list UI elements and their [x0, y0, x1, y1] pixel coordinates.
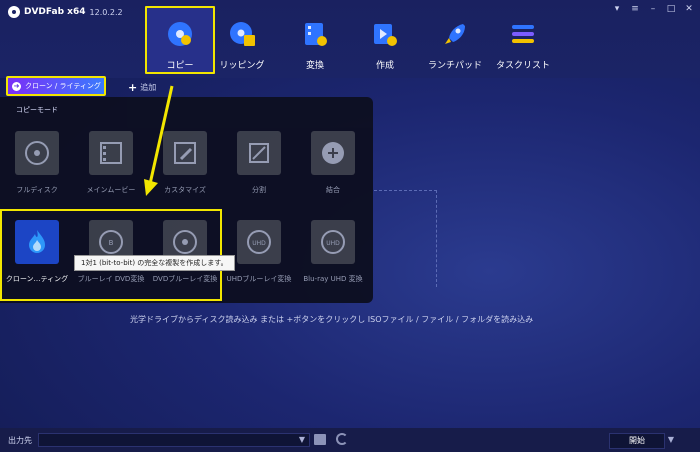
split-icon [237, 131, 281, 175]
start-button[interactable]: 開始 [609, 433, 665, 449]
drop-area[interactable] [374, 190, 437, 287]
minimize-icon[interactable]: – [648, 4, 658, 14]
disc-copy-icon [168, 22, 192, 46]
maximize-icon[interactable]: □ [666, 4, 676, 14]
nav-create-label: 作成 [375, 61, 394, 71]
mode-label: UHDブルーレイ変換 [226, 275, 292, 283]
nav-tasklist[interactable]: タスクリスト [488, 6, 558, 74]
mode-main-movie[interactable]: メインムービー [74, 131, 148, 195]
create-video-icon [374, 24, 397, 46]
task-list-icon [512, 25, 534, 43]
bluray-uhd-icon: UHD [311, 220, 355, 264]
dvdfab-logo-icon [8, 6, 20, 18]
mode-merge[interactable]: 結合 [296, 131, 370, 195]
nav-convert-label: 変換 [305, 61, 324, 71]
merge-icon [311, 131, 355, 175]
source-tab-row: ➜ クローン / ライティング + 追加 [0, 72, 700, 100]
mode-label: 結合 [326, 186, 340, 194]
nav-copy[interactable]: コピー [145, 6, 215, 74]
close-icon[interactable]: ✕ [684, 4, 694, 14]
svg-text:UHD: UHD [252, 240, 266, 247]
mode-bluray-to-uhd[interactable]: UHD Blu-ray UHD 変換 [296, 220, 370, 284]
nav-convert[interactable]: 変換 [280, 6, 350, 74]
uhd-bluray-icon: UHD [237, 220, 281, 264]
disc-rip-icon [230, 22, 255, 46]
load-hint: 光学ドライブからディスク読み込み または +ボタンをクリックし ISOファイル … [130, 315, 534, 324]
chevron-down-icon[interactable]: ▼ [664, 433, 678, 447]
app-name: DVDFab x64 [24, 7, 86, 17]
mode-uhd-to-bluray[interactable]: UHD UHDブルーレイ変換 [222, 220, 296, 284]
nav-ripping-label: リッピング [219, 61, 265, 71]
mode-label: Blu-ray UHD 変換 [303, 275, 363, 283]
nav-launchpad[interactable]: ランチパッド [420, 6, 490, 74]
app-version: 12.0.2.2 [89, 7, 123, 17]
shop-icon[interactable]: ▾ [612, 4, 622, 14]
plus-icon: + [128, 81, 138, 94]
mode-split[interactable]: 分割 [222, 131, 296, 195]
nav-copy-label: コピー [166, 61, 194, 71]
output-label: 出力先 [8, 436, 32, 445]
refresh-icon[interactable] [336, 433, 348, 445]
bottom-bar: 出力先 ▼ 開始 ▼ [0, 428, 700, 452]
main-movie-icon [89, 131, 133, 175]
clone-writing-tab-label: クローン / ライティング [25, 82, 101, 90]
clone-writing-tab[interactable]: ➜ クローン / ライティング [6, 76, 106, 96]
clone-mode-tooltip: 1対1 (bit-to-bit) の完全な複製を作成します。 [74, 255, 235, 271]
arrow-right-icon: ➜ [12, 81, 21, 91]
copy-mode-title: コピーモード [16, 106, 58, 114]
annotation-arrow-icon [144, 85, 174, 196]
full-disc-icon [15, 131, 59, 175]
nav-create[interactable]: 作成 [350, 6, 420, 74]
output-path-field[interactable]: ▼ [38, 433, 310, 447]
menu-icon[interactable]: ≡ [630, 4, 640, 14]
convert-film-icon [305, 23, 327, 46]
mode-label: 分割 [252, 186, 266, 194]
window-controls: ▾ ≡ – □ ✕ [612, 4, 694, 14]
iso-icon[interactable] [314, 434, 326, 445]
mode-label: フルディスク [16, 186, 58, 194]
nav-tasklist-label: タスクリスト [495, 61, 550, 71]
rocket-icon [445, 24, 465, 44]
svg-text:UHD: UHD [326, 240, 340, 247]
nav-launchpad-label: ランチパッド [427, 61, 482, 71]
app-logo: DVDFab x64 12.0.2.2 [8, 6, 123, 18]
mode-label: メインムービー [86, 186, 136, 194]
nav-ripping[interactable]: リッピング [207, 6, 277, 74]
chevron-down-icon[interactable]: ▼ [299, 435, 305, 444]
mode-full-disc[interactable]: フルディスク [0, 131, 74, 195]
